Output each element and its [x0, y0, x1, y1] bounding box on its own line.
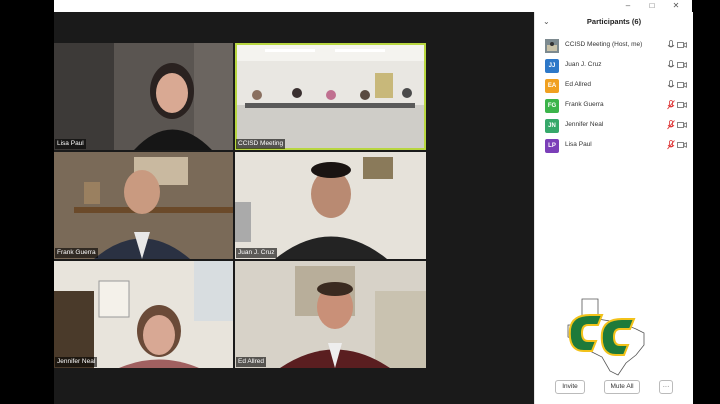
video-feed [54, 152, 233, 259]
video-camera-icon[interactable] [677, 61, 687, 69]
restore-icon[interactable]: □ [640, 0, 664, 12]
participant-row[interactable]: JN Jennifer Neal [535, 116, 693, 136]
right-letterbox [692, 0, 720, 404]
participant-row[interactable]: FG Frank Guerra [535, 96, 693, 116]
video-camera-icon[interactable] [677, 121, 687, 129]
participant-list: CCISD Meeting (Host, me) JJ Juan J. Cruz… [535, 36, 693, 156]
video-camera-icon[interactable] [677, 141, 687, 149]
participant-name-label: Juan J. Cruz [236, 248, 277, 258]
video-tile-ed-allred[interactable]: Ed Allred [235, 261, 426, 368]
participant-row[interactable]: JJ Juan J. Cruz [535, 56, 693, 76]
video-tile-frank-guerra[interactable]: Frank Guerra [54, 152, 233, 259]
participant-name-label: Jennifer Neal [55, 357, 98, 367]
participant-name: Ed Allred [565, 81, 592, 88]
avatar [545, 39, 559, 53]
mute-all-button[interactable]: Mute All [604, 380, 640, 394]
cc-texas-logo [567, 298, 645, 376]
participant-name: CCISD Meeting (Host, me) [565, 41, 643, 48]
avatar: FG [545, 99, 559, 113]
avatar: LP [545, 139, 559, 153]
close-icon[interactable]: ✕ [664, 0, 688, 12]
video-gallery: Lisa Paul CCISD Meeting Frank Guerra Jua… [54, 12, 534, 404]
video-tile-lisa-paul[interactable]: Lisa Paul [54, 43, 233, 150]
participant-row[interactable]: EA Ed Allred [535, 76, 693, 96]
video-camera-icon[interactable] [677, 81, 687, 89]
participant-name-label: Frank Guerra [55, 248, 98, 258]
participant-name-label: Ed Allred [236, 357, 267, 367]
participant-name: Frank Guerra [565, 101, 604, 108]
participants-title: Participants (6) [586, 17, 642, 26]
video-camera-icon[interactable] [677, 101, 687, 109]
microphone-muted-icon[interactable] [667, 100, 675, 110]
participant-name: Jennifer Neal [565, 121, 604, 128]
video-feed [235, 43, 426, 150]
video-tile-juan-cruz[interactable]: Juan J. Cruz [235, 152, 426, 259]
video-feed [235, 152, 426, 259]
avatar: JN [545, 119, 559, 133]
more-options-button[interactable]: ··· [659, 380, 673, 394]
video-tile-jennifer-neal[interactable]: Jennifer Neal [54, 261, 233, 368]
left-letterbox [0, 0, 54, 404]
microphone-icon[interactable] [667, 80, 675, 90]
microphone-muted-icon[interactable] [667, 140, 675, 150]
microphone-icon[interactable] [667, 60, 675, 70]
avatar: JJ [545, 59, 559, 73]
participants-panel: ⌄ Participants (6) CCISD Meeting (Host, … [534, 12, 693, 404]
participant-name: Juan J. Cruz [565, 61, 602, 68]
participant-name-label: Lisa Paul [55, 139, 86, 149]
participant-row[interactable]: CCISD Meeting (Host, me) [535, 36, 693, 56]
participant-name: Lisa Paul [565, 141, 592, 148]
avatar: EA [545, 79, 559, 93]
video-feed [54, 43, 233, 150]
microphone-icon[interactable] [667, 40, 675, 50]
video-feed [54, 261, 233, 368]
video-tile-ccisd-meeting[interactable]: CCISD Meeting [235, 43, 426, 150]
minimize-icon[interactable]: – [616, 0, 640, 12]
invite-button[interactable]: Invite [555, 380, 585, 394]
microphone-muted-icon[interactable] [667, 120, 675, 130]
video-camera-icon[interactable] [677, 41, 687, 49]
video-feed [235, 261, 426, 368]
participant-name-label: CCISD Meeting [236, 139, 286, 149]
participant-row[interactable]: LP Lisa Paul [535, 136, 693, 156]
zoom-window: – □ ✕ Lisa Paul CCISD Meeting Frank Guer… [54, 0, 693, 404]
participants-header: ⌄ Participants (6) [535, 14, 693, 30]
title-bar: – □ ✕ [54, 0, 692, 12]
